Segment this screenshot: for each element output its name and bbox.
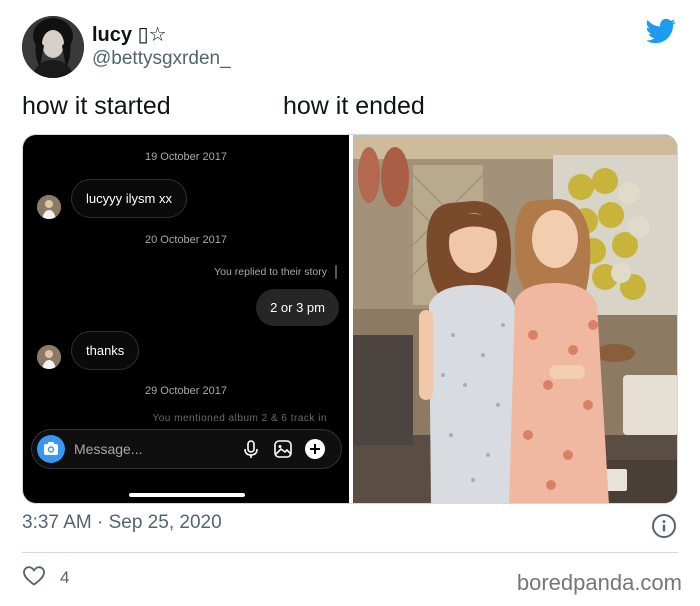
image-icon[interactable] [272,438,294,460]
watermark: boredpanda.com [516,570,682,595]
plus-circle-icon[interactable] [304,438,326,460]
user-handle[interactable]: @bettysgxrden_ [92,48,231,70]
microphone-icon[interactable] [240,438,262,460]
chat-screenshot: 19 October 2017 lucyyy ilysm xx 20 Octob… [23,135,349,503]
camera-button[interactable] [37,435,65,463]
truncated-message: You mentioned album 2 & 6 track in [152,413,327,422]
caption-how-it-ended: how it ended [283,92,425,120]
info-icon[interactable] [652,514,676,538]
message-composer[interactable]: Message... [31,429,342,469]
chat-date: 20 October 2017 [145,234,227,246]
message-input[interactable]: Message... [74,441,142,457]
chat-avatar [37,345,61,369]
caption-how-it-started: how it started [22,92,171,120]
my-message-bubble[interactable]: 2 or 3 pm [256,289,339,326]
message-bubble[interactable]: thanks [71,331,140,370]
display-name[interactable]: lucy ▯☆ [92,22,167,47]
profile-avatar[interactable] [22,16,84,78]
tweet-timestamp[interactable]: 3:37 AM · Sep 25, 2020 [22,512,222,534]
chat-avatar [37,195,61,219]
home-indicator [129,493,245,497]
reply-bar [335,265,337,279]
heart-icon[interactable] [22,564,46,588]
like-count[interactable]: 4 [60,568,69,588]
reply-note: You replied to their story [214,266,327,278]
tweet-media[interactable]: 19 October 2017 lucyyy ilysm xx 20 Octob… [22,134,678,504]
party-photo [353,135,677,503]
divider [22,552,678,553]
camera-icon [44,442,58,455]
message-bubble[interactable]: lucyyy ilysm xx [71,179,187,218]
chat-date: 19 October 2017 [145,151,227,163]
twitter-bird-icon [646,18,676,44]
chat-date: 29 October 2017 [145,385,227,397]
